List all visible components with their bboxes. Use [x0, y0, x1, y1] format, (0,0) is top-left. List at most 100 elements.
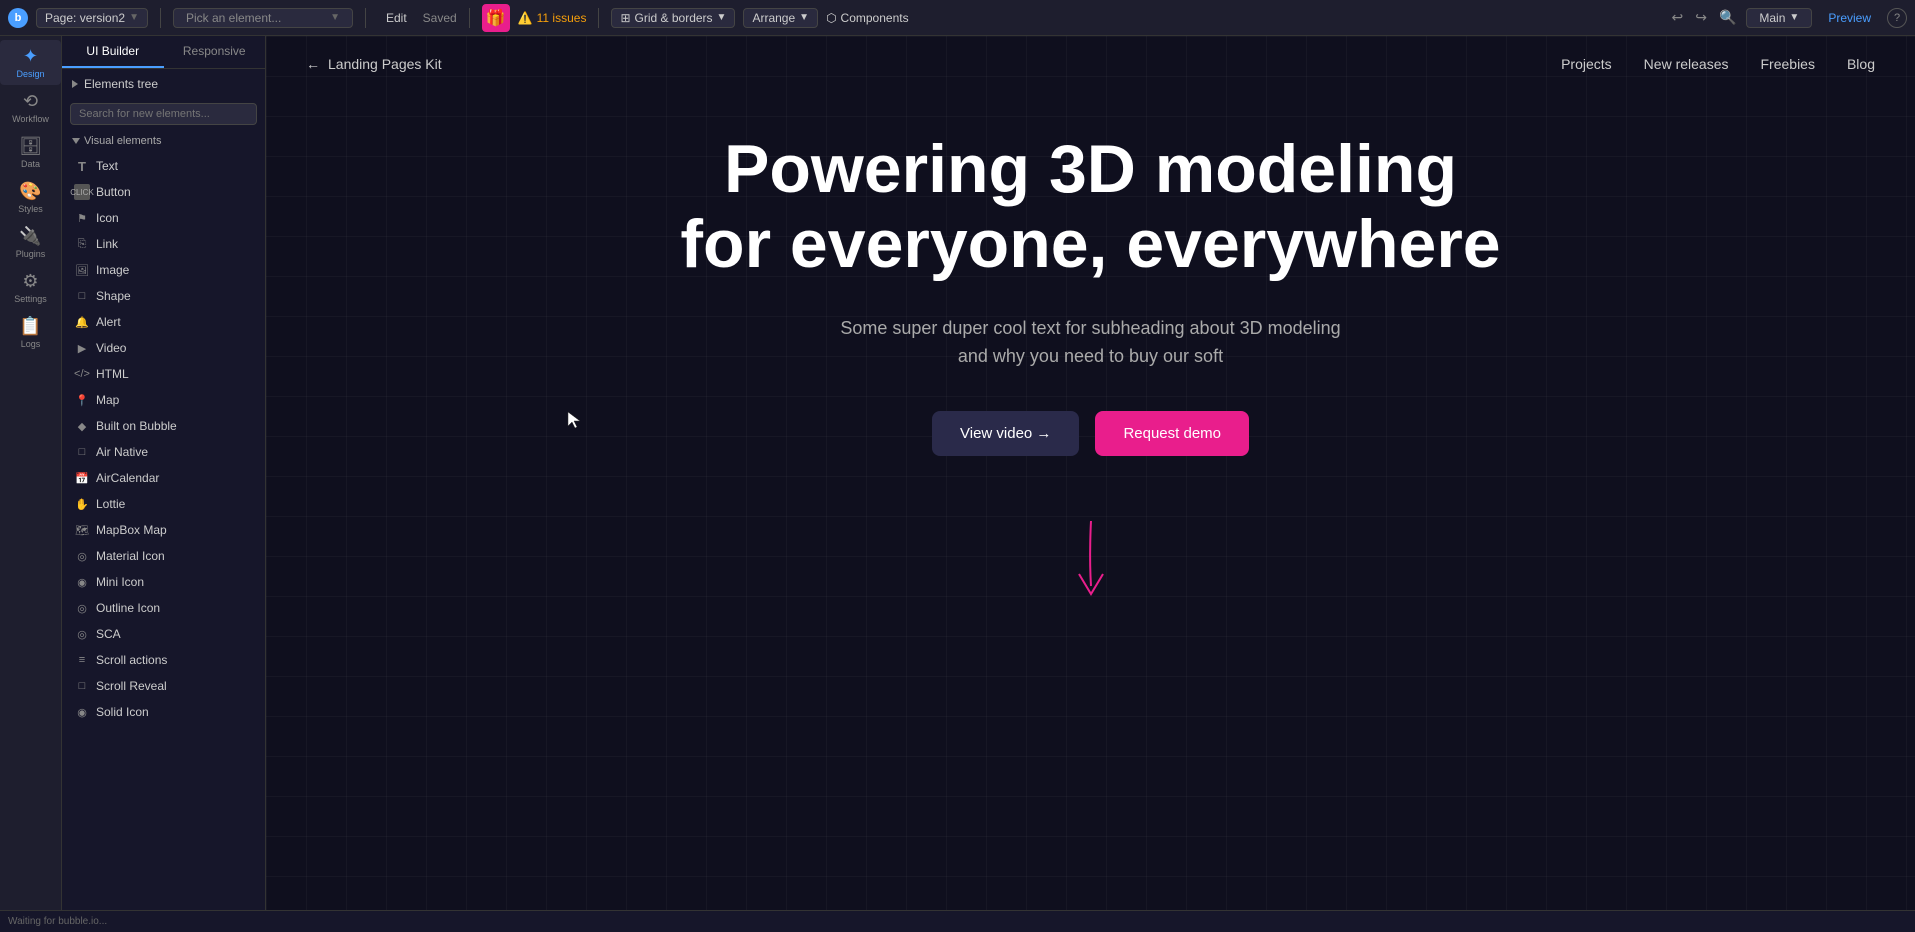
nav-item-logs[interactable]: 📋 Logs: [0, 310, 61, 355]
element-item-aircalendar[interactable]: 📅AirCalendar: [62, 465, 265, 491]
element-icon-sca: ◎: [74, 626, 90, 642]
preview-button[interactable]: Preview: [1820, 11, 1879, 25]
element-item-lottie[interactable]: ✋Lottie: [62, 491, 265, 517]
element-item-solid-icon[interactable]: ◉Solid Icon: [62, 699, 265, 725]
help-button[interactable]: ?: [1887, 8, 1907, 28]
element-item-outline-icon[interactable]: ◎Outline Icon: [62, 595, 265, 621]
gift-icon[interactable]: 🎁: [482, 4, 510, 32]
tab-ui-builder[interactable]: UI Builder: [62, 36, 164, 68]
element-icon-text: T: [74, 158, 90, 174]
components-label: Components: [841, 11, 909, 25]
element-item-text[interactable]: TText: [62, 153, 265, 179]
element-name-solid-icon: Solid Icon: [96, 705, 149, 719]
canvas-area[interactable]: ← Landing Pages Kit Projects New release…: [266, 36, 1915, 932]
nav-label-data: Data: [21, 159, 40, 169]
edit-button[interactable]: Edit: [378, 11, 415, 25]
chevron-down-icon-3: ▼: [717, 12, 727, 23]
main-dropdown[interactable]: Main ▼: [1746, 8, 1812, 28]
element-name-aircalendar: AirCalendar: [96, 471, 159, 485]
element-item-built-on-bubble[interactable]: ◆Built on Bubble: [62, 413, 265, 439]
element-icon-mini-icon: ◉: [74, 574, 90, 590]
nav-link-new-releases[interactable]: New releases: [1644, 56, 1729, 72]
nav-item-styles[interactable]: 🎨 Styles: [0, 175, 61, 220]
nav-item-settings[interactable]: ⚙ Settings: [0, 265, 61, 310]
page-selector[interactable]: Page: version2 ▼: [36, 8, 148, 28]
nav-item-data[interactable]: 🗄 Data: [0, 130, 61, 175]
element-item-button[interactable]: CLICKButton: [62, 179, 265, 205]
request-demo-button[interactable]: Request demo: [1095, 411, 1249, 456]
hero-subtitle-line2: and why you need to buy our soft: [958, 346, 1223, 366]
nav-link-freebies[interactable]: Freebies: [1761, 56, 1815, 72]
plugins-icon: 🔌: [19, 226, 41, 247]
element-item-video[interactable]: ▶Video: [62, 335, 265, 361]
element-item-air-native[interactable]: □Air Native: [62, 439, 265, 465]
element-icon-map: 📍: [74, 392, 90, 408]
element-item-scroll-actions[interactable]: ≡Scroll actions: [62, 647, 265, 673]
element-item-icon[interactable]: ⚑Icon: [62, 205, 265, 231]
collapse-icon: [72, 80, 78, 88]
element-icon-link: ⎘: [74, 236, 90, 252]
element-name-icon: Icon: [96, 211, 119, 225]
element-item-html[interactable]: </>HTML: [62, 361, 265, 387]
section-expand-icon: [72, 138, 80, 144]
element-item-mapbox-map[interactable]: 🗺MapBox Map: [62, 517, 265, 543]
chevron-down-icon-5: ▼: [1789, 12, 1799, 23]
element-icon-html: </>: [74, 366, 90, 382]
grid-borders-button[interactable]: ⊞ Grid & borders ▼: [611, 8, 735, 28]
elements-tree-label: Elements tree: [84, 77, 158, 91]
nav-item-workflow[interactable]: ⟲ Workflow: [0, 85, 61, 130]
nav-label-settings: Settings: [14, 294, 47, 304]
element-name-map: Map: [96, 393, 119, 407]
element-icon-image: 🖼: [74, 262, 90, 278]
element-item-mini-icon[interactable]: ◉Mini Icon: [62, 569, 265, 595]
canvas-content: ← Landing Pages Kit Projects New release…: [266, 36, 1915, 932]
elements-tree-header[interactable]: Elements tree: [62, 69, 265, 99]
nav-item-plugins[interactable]: 🔌 Plugins: [0, 220, 61, 265]
element-item-material-icon[interactable]: ◎Material Icon: [62, 543, 265, 569]
nav-link-blog[interactable]: Blog: [1847, 56, 1875, 72]
elements-panel: UI Builder Responsive Elements tree Visu…: [62, 36, 266, 932]
nav-label-design: Design: [16, 69, 44, 79]
landing-nav: ← Landing Pages Kit Projects New release…: [266, 36, 1915, 92]
arrange-button[interactable]: Arrange ▼: [743, 8, 818, 28]
arrange-label: Arrange: [752, 11, 795, 25]
data-icon: 🗄: [19, 136, 42, 157]
styles-icon: 🎨: [19, 181, 41, 202]
back-arrow-icon: ←: [306, 56, 320, 72]
element-item-scroll-reveal[interactable]: □Scroll Reveal: [62, 673, 265, 699]
nav-link-projects[interactable]: Projects: [1561, 56, 1612, 72]
arrow-svg: [1061, 516, 1121, 616]
view-video-button[interactable]: View video →: [932, 411, 1079, 456]
nav-back[interactable]: ← Landing Pages Kit: [306, 56, 442, 72]
element-name-air-native: Air Native: [96, 445, 148, 459]
issues-count: 11 issues: [537, 11, 587, 25]
visual-elements-label: Visual elements: [84, 135, 161, 147]
logs-icon: 📋: [19, 316, 41, 337]
issues-button[interactable]: ⚠️ 11 issues: [518, 11, 587, 25]
search-button[interactable]: 🔍: [1717, 7, 1738, 28]
panel-resize-handle[interactable]: [1911, 36, 1915, 932]
redo-button[interactable]: ↪: [1693, 7, 1709, 28]
cube-icon: ⬡: [826, 11, 836, 25]
separator-1: [160, 8, 161, 28]
element-item-shape[interactable]: □Shape: [62, 283, 265, 309]
components-button[interactable]: ⬡ Components: [826, 11, 909, 25]
nav-links: Projects New releases Freebies Blog: [1561, 56, 1875, 72]
search-box: [70, 103, 257, 125]
tab-responsive[interactable]: Responsive: [164, 36, 266, 68]
panel-tabs: UI Builder Responsive: [62, 36, 265, 69]
element-item-link[interactable]: ⎘ Link: [62, 231, 265, 257]
pick-element-dropdown[interactable]: Pick an element... ▼: [173, 8, 353, 28]
element-item-image[interactable]: 🖼Image: [62, 257, 265, 283]
search-input[interactable]: [70, 103, 257, 125]
nav-item-design[interactable]: ✦ Design: [0, 40, 61, 85]
element-name-link: Link: [96, 237, 118, 251]
element-item-alert[interactable]: 🔔Alert: [62, 309, 265, 335]
element-item-sca[interactable]: ◎SCA: [62, 621, 265, 647]
hero-title-line1: Powering 3D modeling: [724, 131, 1457, 207]
element-item-map[interactable]: 📍 Map: [62, 387, 265, 413]
undo-button[interactable]: ↩: [1669, 7, 1685, 28]
hero-arrow: [1061, 516, 1121, 616]
left-nav: ✦ Design ⟲ Workflow 🗄 Data 🎨 Styles 🔌 Pl…: [0, 36, 62, 932]
visual-elements-section[interactable]: Visual elements: [62, 129, 265, 153]
